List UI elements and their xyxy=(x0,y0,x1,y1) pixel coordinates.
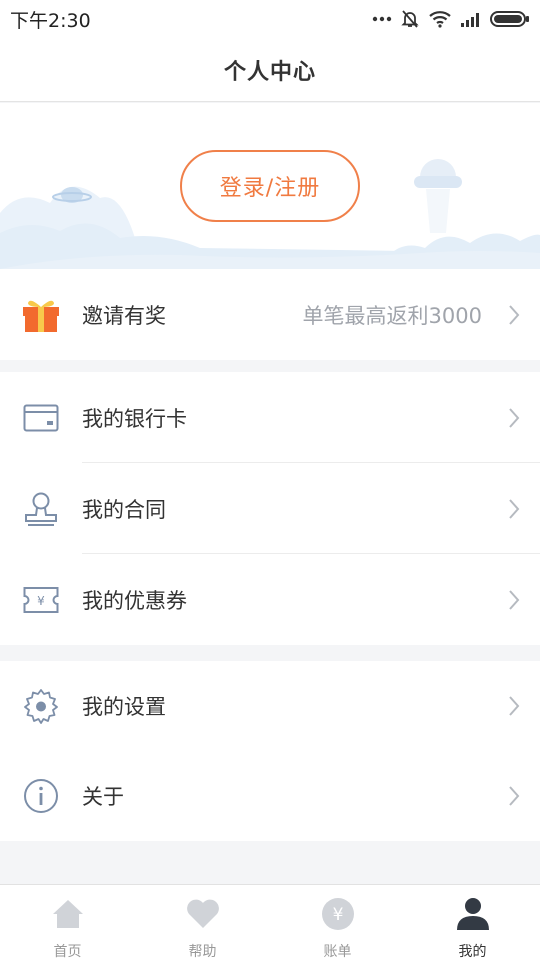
svg-text:¥: ¥ xyxy=(37,594,45,608)
invite-row[interactable]: 邀请有奖 单笔最高返利3000 xyxy=(0,269,540,360)
menu-item-label: 我的设置 xyxy=(82,695,166,719)
invite-card: 邀请有奖 单笔最高返利3000 xyxy=(0,269,540,360)
info-icon xyxy=(22,777,60,815)
chevron-right-icon xyxy=(508,695,520,721)
profile-banner: 登录/注册 xyxy=(0,103,540,269)
chevron-right-icon xyxy=(508,785,520,811)
tab-home[interactable]: 首页 xyxy=(0,885,135,960)
tab-label: 账单 xyxy=(323,944,352,960)
menu-item-label: 我的优惠券 xyxy=(82,588,187,613)
login-register-button[interactable]: 登录/注册 xyxy=(180,150,360,222)
menu-item-label: 我的合同 xyxy=(82,497,166,522)
bank-card-icon xyxy=(22,399,60,437)
person-icon xyxy=(455,897,491,935)
more-dots-icon xyxy=(372,16,392,22)
svg-text:¥: ¥ xyxy=(332,905,343,925)
gear-icon xyxy=(22,687,60,725)
status-icons xyxy=(372,9,530,29)
tab-label: 首页 xyxy=(53,944,82,960)
status-bar: 下午2:30 xyxy=(0,0,540,38)
stamp-icon xyxy=(22,490,60,528)
page: 下午2:30 个人中心 登录/注册 邀请有奖 单笔最高返利3000 我的银行卡 … xyxy=(0,0,540,960)
tab-bill[interactable]: ¥ 账单 xyxy=(270,885,405,960)
battery-icon xyxy=(490,10,530,28)
tab-label: 我的 xyxy=(458,944,487,960)
signal-icon xyxy=(460,10,482,28)
menu-item-contract[interactable]: 我的合同 xyxy=(0,463,540,554)
chevron-right-icon xyxy=(508,498,520,524)
tab-mine[interactable]: 我的 xyxy=(405,885,540,960)
tab-label: 帮助 xyxy=(188,944,217,960)
heart-icon xyxy=(185,897,221,935)
menu-item-settings[interactable]: 我的设置 xyxy=(0,661,540,751)
tab-help[interactable]: 帮助 xyxy=(135,885,270,960)
menu-item-bank-card[interactable]: 我的银行卡 xyxy=(0,372,540,463)
chevron-right-icon xyxy=(508,589,520,615)
chevron-right-icon xyxy=(508,304,520,330)
menu-item-about[interactable]: 关于 xyxy=(0,751,540,841)
menu-item-label: 关于 xyxy=(82,785,124,809)
menu-group-system: 我的设置 关于 xyxy=(0,661,540,841)
wifi-icon xyxy=(428,10,452,28)
bell-muted-icon xyxy=(400,9,420,29)
invite-subtitle: 单笔最高返利3000 xyxy=(302,303,482,328)
gift-icon xyxy=(22,296,60,334)
status-time: 下午2:30 xyxy=(10,9,91,32)
header: 个人中心 xyxy=(0,38,540,102)
page-title: 个人中心 xyxy=(223,59,316,85)
home-icon xyxy=(51,897,85,935)
chevron-right-icon xyxy=(508,407,520,433)
yen-icon: ¥ xyxy=(320,897,356,935)
tab-bar: 首页 帮助 ¥ 账单 我的 xyxy=(0,884,540,960)
menu-item-label: 我的银行卡 xyxy=(82,406,187,431)
menu-group-account: 我的银行卡 我的合同 ¥ 我的优惠券 xyxy=(0,372,540,645)
menu-item-coupon[interactable]: ¥ 我的优惠券 xyxy=(0,554,540,645)
invite-label: 邀请有奖 xyxy=(82,303,166,328)
coupon-icon: ¥ xyxy=(22,581,60,619)
